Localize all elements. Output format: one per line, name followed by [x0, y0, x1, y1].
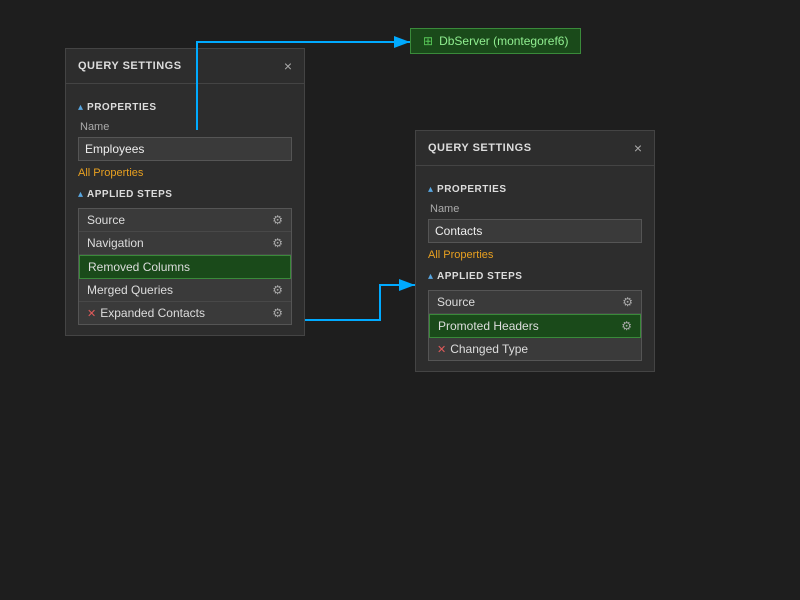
left-properties-arrow: ▴: [78, 102, 83, 113]
right-panel-header: QUERY SETTINGS ×: [416, 131, 654, 166]
gear-icon[interactable]: ⚙: [622, 295, 633, 309]
left-close-button[interactable]: ×: [284, 59, 292, 73]
right-all-properties-link[interactable]: All Properties: [428, 249, 642, 261]
left-step-item[interactable]: ✕Expanded Contacts ⚙: [79, 302, 291, 324]
db-server-box: ⊞ DbServer (montegoref6): [410, 28, 581, 54]
db-icon: ⊞: [423, 34, 433, 48]
left-panel-header: QUERY SETTINGS ×: [66, 49, 304, 84]
gear-icon[interactable]: ⚙: [272, 236, 283, 250]
left-properties-title: PROPERTIES: [87, 102, 156, 113]
left-name-input[interactable]: [78, 137, 292, 161]
left-step-name: Source: [87, 213, 125, 227]
left-step-item[interactable]: Source ⚙: [79, 209, 291, 232]
right-step-name: Source: [437, 295, 475, 309]
right-step-item[interactable]: ✕Changed Type: [429, 338, 641, 360]
right-properties-arrow: ▴: [428, 184, 433, 195]
right-step-item[interactable]: Promoted Headers ⚙: [429, 314, 641, 338]
gear-icon[interactable]: ⚙: [272, 306, 283, 320]
left-all-properties-link[interactable]: All Properties: [78, 167, 292, 179]
left-steps-list: Source ⚙ Navigation ⚙ Removed Columns Merged …: [78, 208, 292, 325]
left-panel-title: QUERY SETTINGS: [78, 60, 182, 72]
left-step-name: Merged Queries: [87, 283, 173, 297]
right-steps-section: ▴ APPLIED STEPS: [428, 271, 642, 282]
left-properties-section: ▴ PROPERTIES: [78, 102, 292, 113]
right-step-item[interactable]: Source ⚙: [429, 291, 641, 314]
left-steps-arrow: ▴: [78, 189, 83, 200]
left-steps-title: APPLIED STEPS: [87, 189, 172, 200]
error-icon: ✕: [437, 343, 446, 356]
right-name-input[interactable]: [428, 219, 642, 243]
error-icon: ✕: [87, 307, 96, 320]
right-properties-section: ▴ PROPERTIES: [428, 184, 642, 195]
right-step-name: Promoted Headers: [438, 319, 539, 333]
left-step-item[interactable]: Navigation ⚙: [79, 232, 291, 255]
right-query-panel: QUERY SETTINGS × ▴ PROPERTIES Name All P…: [415, 130, 655, 372]
gear-icon[interactable]: ⚙: [621, 319, 632, 333]
right-properties-title: PROPERTIES: [437, 184, 506, 195]
left-query-panel: QUERY SETTINGS × ▴ PROPERTIES Name All P…: [65, 48, 305, 336]
db-server-label: DbServer (montegoref6): [439, 34, 568, 48]
right-close-button[interactable]: ×: [634, 141, 642, 155]
right-steps-title: APPLIED STEPS: [437, 271, 522, 282]
left-name-label: Name: [78, 121, 292, 133]
gear-icon[interactable]: ⚙: [272, 213, 283, 227]
left-step-name: ✕Expanded Contacts: [87, 306, 205, 320]
gear-icon[interactable]: ⚙: [272, 283, 283, 297]
right-name-label: Name: [428, 203, 642, 215]
right-steps-list: Source ⚙ Promoted Headers ⚙ ✕Changed Type: [428, 290, 642, 361]
right-panel-title: QUERY SETTINGS: [428, 142, 532, 154]
left-step-name: Removed Columns: [88, 260, 190, 274]
left-step-item[interactable]: Merged Queries ⚙: [79, 279, 291, 302]
right-panel-body: ▴ PROPERTIES Name All Properties ▴ APPLI…: [416, 166, 654, 371]
right-steps-arrow: ▴: [428, 271, 433, 282]
left-steps-section: ▴ APPLIED STEPS: [78, 189, 292, 200]
right-step-name: ✕Changed Type: [437, 342, 528, 356]
left-step-name: Navigation: [87, 236, 144, 250]
left-step-item[interactable]: Removed Columns: [79, 255, 291, 279]
left-panel-body: ▴ PROPERTIES Name All Properties ▴ APPLI…: [66, 84, 304, 335]
